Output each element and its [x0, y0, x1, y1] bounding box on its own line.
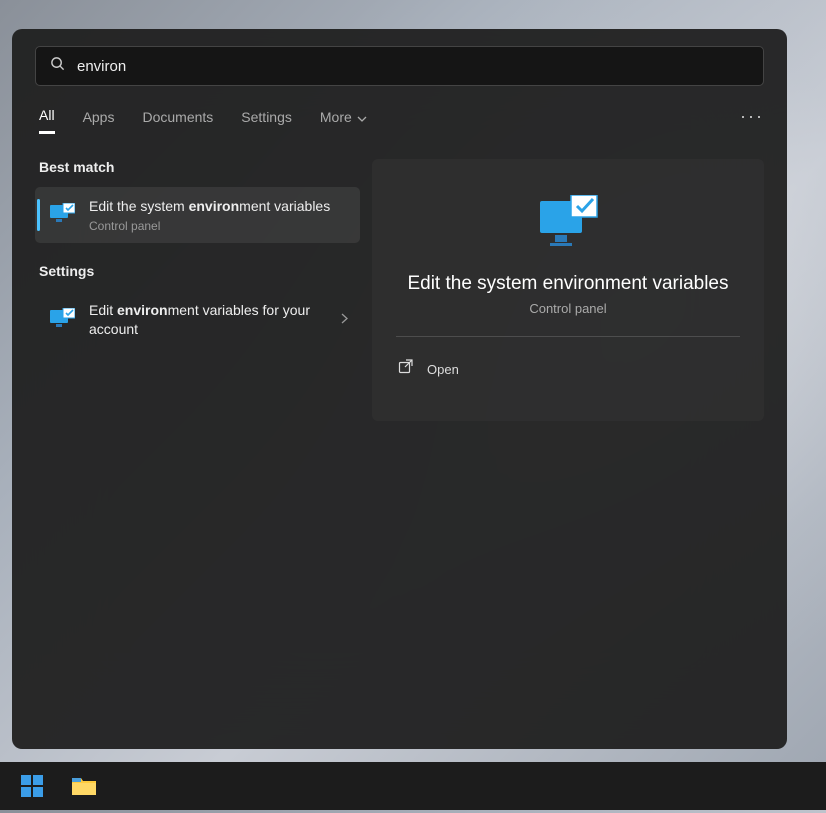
section-best-match: Best match — [39, 159, 360, 175]
result-edit-system-env[interactable]: Edit the system environment variables Co… — [35, 187, 360, 243]
search-input[interactable] — [77, 58, 749, 75]
file-explorer-button[interactable] — [64, 766, 104, 806]
detail-subtitle: Control panel — [396, 301, 740, 316]
detail-icon — [396, 195, 740, 249]
result-text: Edit the system environment variables Co… — [89, 197, 348, 233]
search-box[interactable] — [35, 46, 764, 86]
tab-all[interactable]: All — [39, 107, 55, 134]
tab-settings[interactable]: Settings — [241, 109, 292, 133]
action-label: Open — [427, 362, 459, 377]
start-button[interactable] — [12, 766, 52, 806]
result-title: Edit environment variables for your acco… — [89, 301, 341, 340]
taskbar — [0, 762, 826, 810]
result-title: Edit the system environment variables — [89, 197, 348, 217]
tab-more-label: More — [320, 109, 352, 125]
chevron-down-icon — [357, 109, 367, 125]
tab-more[interactable]: More — [320, 109, 367, 133]
tab-apps[interactable]: Apps — [83, 109, 115, 133]
more-options-button[interactable]: ··· — [740, 106, 764, 135]
result-text: Edit environment variables for your acco… — [89, 301, 341, 340]
detail-title: Edit the system environment variables — [396, 273, 740, 295]
monitor-check-icon — [47, 308, 77, 332]
divider — [396, 336, 740, 337]
result-edit-account-env[interactable]: Edit environment variables for your acco… — [35, 291, 360, 350]
section-settings: Settings — [39, 263, 360, 279]
action-open[interactable]: Open — [396, 353, 740, 385]
search-icon — [50, 56, 65, 76]
result-subtitle: Control panel — [89, 219, 348, 233]
filter-tabs: All Apps Documents Settings More ··· — [39, 106, 764, 135]
search-panel: All Apps Documents Settings More ··· Bes… — [12, 29, 787, 749]
results-area: Best match Edit the system environment v… — [35, 159, 764, 421]
results-list: Best match Edit the system environment v… — [35, 159, 360, 421]
detail-panel: Edit the system environment variables Co… — [372, 159, 764, 421]
open-external-icon — [398, 359, 413, 379]
tab-documents[interactable]: Documents — [142, 109, 213, 133]
monitor-check-icon — [47, 203, 77, 227]
chevron-right-icon — [341, 313, 348, 327]
